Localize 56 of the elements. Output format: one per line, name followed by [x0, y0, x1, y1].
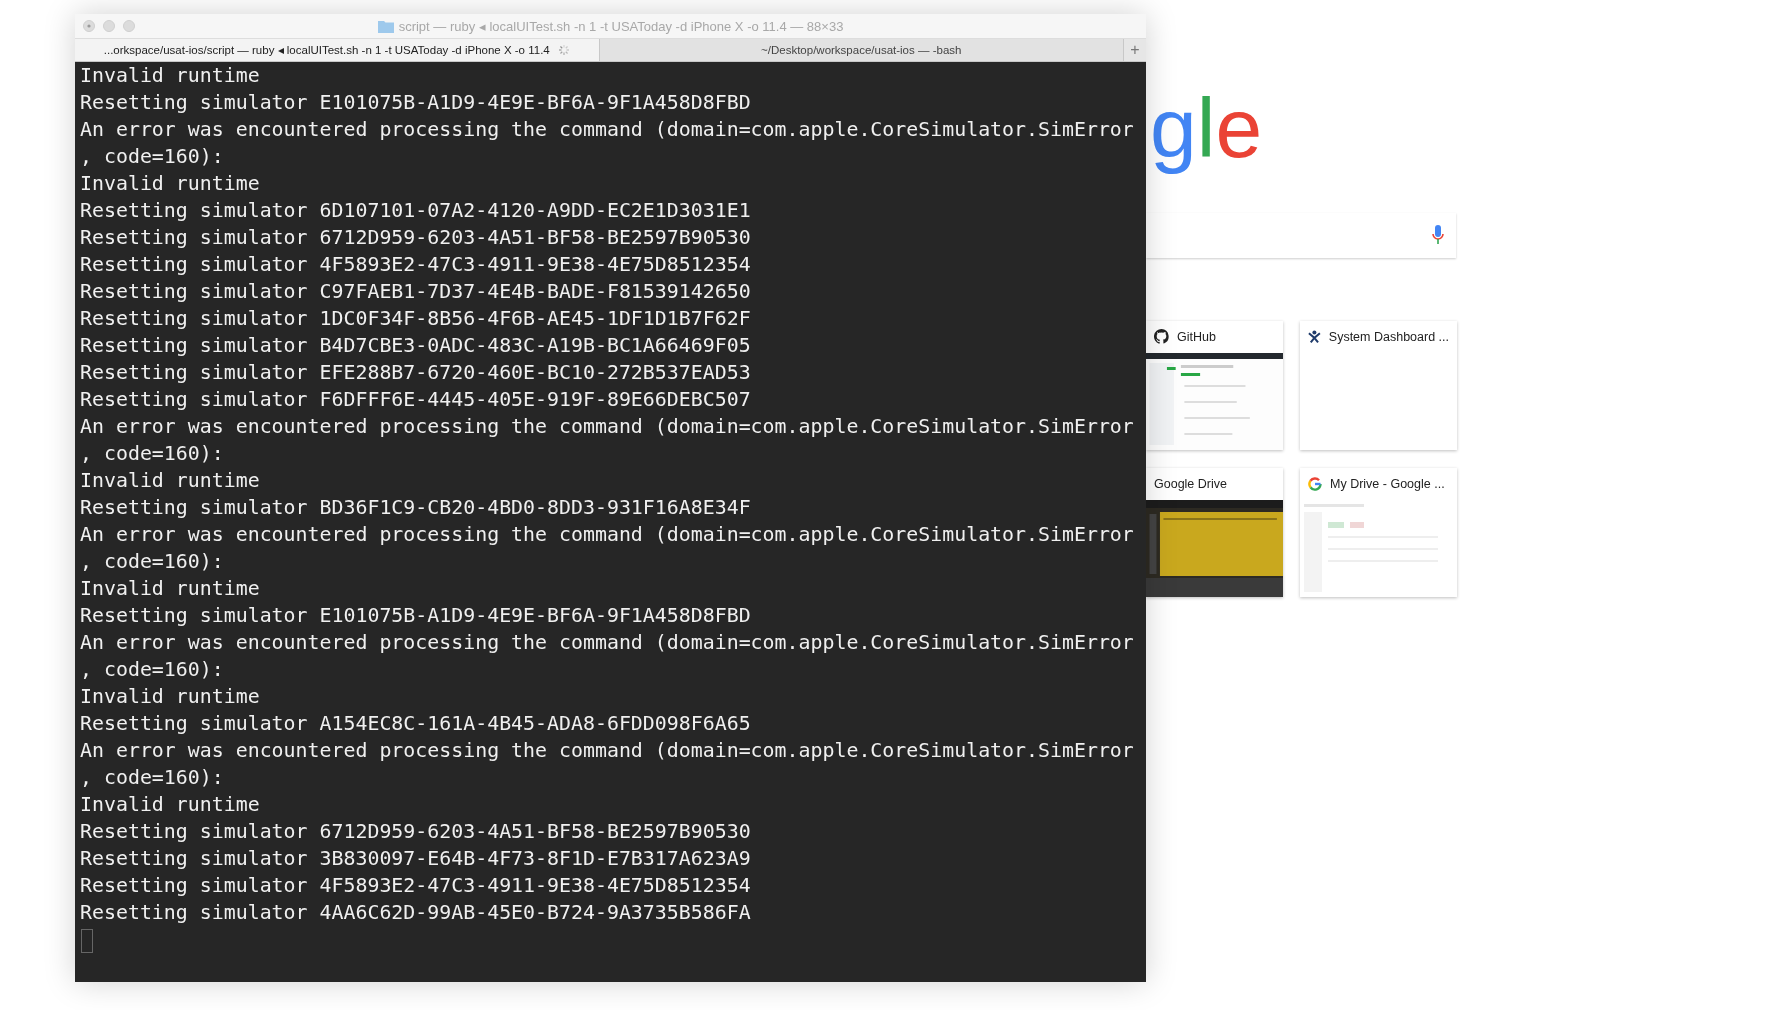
terminal-line: An error was encountered processing the command (domain=com.apple.CoreSimulator.SimError [80, 522, 1135, 548]
tab[interactable]: ~/Desktop/workspace/usat-ios — -bash [599, 39, 1124, 61]
logo: gle [1149, 80, 1264, 177]
tile-title: Google Drive [1154, 476, 1227, 491]
terminal-line: Invalid runtime [80, 171, 261, 197]
terminal-line: Invalid runtime [80, 684, 261, 710]
terminal-line: , code=160): [80, 657, 225, 683]
terminal-line: Invalid runtime [80, 576, 261, 602]
terminal-line: Invalid runtime [80, 468, 261, 494]
terminal-line: Resetting simulator 3B830097-E64B-4F73-8F1D-E7B317A623A9 [80, 846, 752, 872]
terminal-line: Resetting simulator 4F5893E2-47C3-4911-9E38-4E75D8512354 [80, 252, 752, 278]
terminal-line: Resetting simulator 4F5893E2-47C3-4911-9E38-4E75D8512354 [80, 873, 752, 899]
terminal-line: Resetting simulator E101075B-A1D9-4E9E-BF6A-9F1A458D8FBD [80, 603, 752, 629]
terminal-line: An error was encountered processing the command (domain=com.apple.CoreSimulator.SimError [80, 630, 1135, 656]
cat-silhouette-icon [1154, 329, 1169, 345]
terminal-line: Resetting simulator 4AA6C62D-99AB-45E0-B724-9A3735B586FA [80, 900, 752, 926]
terminal-line: Resetting simulator E101075B-A1D9-4E9E-BF6A-9F1A458D8FBD [80, 90, 752, 116]
terminal-line: , code=160): [80, 549, 225, 575]
tab-label: ~/Desktop/workspace/usat-ios — -bash [761, 44, 962, 56]
terminal-line: Invalid runtime [80, 792, 261, 818]
terminal-line: Resetting simulator B4D7CBE3-0ADC-483C-A19B-BC1A66469F05 [80, 333, 752, 359]
cursor-icon [81, 929, 93, 953]
terminal-line: Resetting simulator 6D107101-07A2-4120-A9DD-EC2E1D3031E1 [80, 198, 752, 224]
close-button[interactable] [83, 20, 95, 32]
terminal-line: Resetting simulator EFE288B7-6720-460E-BC10-272B537EAD53 [80, 360, 752, 386]
terminal-line: Resetting simulator 1DC0F34F-8B56-4F6B-AE45-1DF1D1B7F62F [80, 306, 752, 332]
terminal-line: Resetting simulator F6DFFF6E-4445-405E-919F-89E66DEBC507 [80, 387, 752, 413]
figure-icon [1308, 329, 1321, 345]
terminal-line: Resetting simulator C97FAEB1-7D37-4E4B-BADE-F81539142650 [80, 279, 752, 305]
terminal-line: , code=160): [80, 144, 225, 170]
terminal-line: Resetting simulator A154EC8C-161A-4B45-ADA8-6FDD098F6A65 [80, 711, 752, 737]
zoom-button[interactable] [123, 20, 135, 32]
tile-title: GitHub [1177, 329, 1216, 344]
tile-title: System Dashboard ... [1328, 329, 1449, 344]
tile-card[interactable]: Google Drive [1146, 467, 1283, 597]
terminal-line: An error was encountered processing the command (domain=com.apple.CoreSimulator.SimError [80, 117, 1135, 143]
search-field[interactable] [1146, 212, 1456, 258]
microphone-icon[interactable] [1432, 225, 1444, 246]
tile-card[interactable]: GitHub [1146, 320, 1283, 450]
terminal-line: Resetting simulator 6712D959-6203-4A51-BF58-BE2597B90530 [80, 819, 752, 845]
terminal-line: An error was encountered processing the command (domain=com.apple.CoreSimulator.SimError [80, 414, 1135, 440]
tile-card[interactable]: System Dashboard ... [1300, 320, 1457, 450]
terminal-line: Resetting simulator 6712D959-6203-4A51-BF58-BE2597B90530 [80, 225, 752, 251]
g-logo-icon [1308, 476, 1322, 491]
tile-title: My Drive - Google ... [1330, 476, 1445, 491]
terminal-line: Invalid runtime [80, 63, 261, 89]
tab-label: ...orkspace/usat-ios/script — ruby ◂ localUITest.sh -n 1 -t USAToday -d iPhone X -o 11.4 [103, 43, 550, 57]
folder-icon [377, 19, 394, 33]
terminal-line: An error was encountered processing the command (domain=com.apple.CoreSimulator.SimError [80, 738, 1135, 764]
tab[interactable]: ...orkspace/usat-ios/script — ruby ◂ localUITest.sh -n 1 -t USAToday -d iPhone X -o 11.4 [75, 39, 600, 61]
minimize-button[interactable] [103, 20, 115, 32]
window-title: script — ruby ◂ localUITest.sh -n 1 -t USAToday -d iPhone X -o 11.4 — 88×33 [398, 18, 844, 34]
terminal-line: Resetting simulator BD36F1C9-CB20-4BD0-8DD3-931F16A8E34F [80, 495, 752, 521]
terminal-line: , code=160): [80, 765, 225, 791]
terminal-line: , code=160): [80, 441, 225, 467]
tile-card[interactable]: My Drive - Google ... [1300, 467, 1457, 597]
